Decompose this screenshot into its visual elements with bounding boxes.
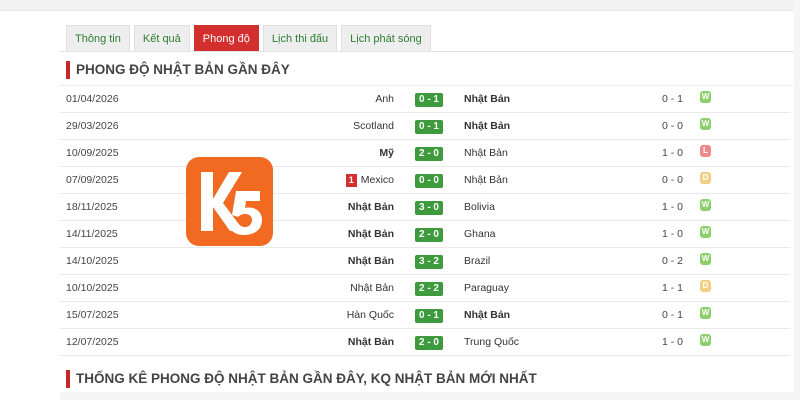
tab-bar: Thông tin Kết quả Phong độ Lịch thi đấu Lịch…	[66, 25, 431, 51]
result-badge: W	[700, 307, 711, 319]
home-team-name: Nhật Bản	[350, 282, 394, 294]
score-badge[interactable]: 0 - 0	[415, 174, 443, 188]
half-time-score: 1 - 0	[662, 336, 684, 348]
match-date: 10/10/2025	[66, 282, 119, 294]
half-time-score: 1 - 0	[662, 147, 684, 159]
bottom-strip	[60, 392, 800, 400]
top-band	[0, 0, 800, 10]
match-date: 10/09/2025	[66, 147, 119, 159]
half-time-score: 0 - 0	[662, 120, 684, 132]
match-row[interactable]: 15/07/2025 Hàn Quốc 0 - 1 Nhật Bản 0 - 1 W	[60, 302, 790, 329]
half-time-score: 0 - 0	[662, 174, 684, 186]
half-time-score: 0 - 1	[662, 93, 684, 105]
away-team[interactable]: Nhật Bản	[464, 113, 510, 139]
home-team[interactable]: Nhật Bản	[348, 221, 394, 247]
home-team-name: Mỹ	[379, 147, 394, 159]
match-date: 14/10/2025	[66, 255, 119, 267]
match-date: 18/11/2025	[66, 201, 118, 213]
match-row[interactable]: 29/03/2026 Scotland 0 - 1 Nhật Bản 0 - 0 W	[60, 113, 790, 140]
match-table: 01/04/2026 Anh 0 - 1 Nhật Bản 0 - 1 W 29/03/20…	[60, 86, 790, 356]
match-row[interactable]: 10/09/2025 Mỹ 2 - 0 Nhật Bản 1 - 0 L	[60, 140, 790, 167]
home-team[interactable]: Scotland	[353, 113, 394, 139]
result-badge: W	[700, 199, 711, 211]
scrollbar-track[interactable]	[794, 0, 800, 400]
match-row[interactable]: 01/04/2026 Anh 0 - 1 Nhật Bản 0 - 1 W	[60, 86, 790, 113]
result-badge: W	[700, 91, 711, 103]
home-team-name: Scotland	[353, 120, 394, 132]
away-team[interactable]: Brazil	[464, 248, 490, 274]
tab-ket-qua[interactable]: Kết quả	[133, 25, 190, 51]
result-badge: W	[700, 334, 711, 346]
tab-phong-do[interactable]: Phong độ	[193, 25, 259, 51]
away-team[interactable]: Nhật Bản	[464, 167, 508, 193]
home-team[interactable]: Nhật Bản	[348, 248, 394, 274]
score-badge[interactable]: 2 - 0	[415, 336, 443, 350]
score-badge[interactable]: 2 - 2	[415, 282, 443, 296]
section-title-form-stats: THỐNG KÊ PHONG ĐỘ NHẬT BẢN GẦN ĐÂY, KQ N…	[66, 370, 537, 388]
home-team[interactable]: 1 Mexico	[345, 167, 394, 193]
score-badge[interactable]: 2 - 0	[415, 147, 443, 161]
tab-thong-tin[interactable]: Thông tin	[66, 25, 130, 51]
away-team[interactable]: Trung Quốc	[464, 329, 519, 355]
away-team[interactable]: Nhật Bản	[464, 140, 508, 166]
score-badge[interactable]: 0 - 1	[415, 120, 443, 134]
match-row[interactable]: 14/10/2025 Nhật Bản 3 - 2 Brazil 0 - 2 W	[60, 248, 790, 275]
tab-lich-phat-song[interactable]: Lịch phát sóng	[341, 25, 431, 51]
top-divider	[0, 10, 800, 11]
score-badge[interactable]: 3 - 0	[415, 201, 443, 215]
result-badge: D	[700, 280, 711, 292]
match-row[interactable]: 07/09/2025 1 Mexico 0 - 0 Nhật Bản 0 - 0 D	[60, 167, 790, 194]
red-card-icon: 1	[345, 173, 357, 187]
match-row[interactable]: 12/07/2025 Nhật Bản 2 - 0 Trung Quốc 1 - 0 W	[60, 329, 790, 356]
match-row[interactable]: 14/11/2025 Nhật Bản 2 - 0 Ghana 1 - 0 W	[60, 221, 790, 248]
k5-logo-mark	[201, 172, 262, 235]
result-badge: D	[700, 172, 711, 184]
half-time-score: 0 - 1	[662, 309, 684, 321]
home-team-name: Anh	[375, 93, 394, 105]
away-team[interactable]: Nhật Bản	[464, 86, 510, 112]
tab-bar-divider	[60, 51, 800, 52]
away-team[interactable]: Bolivia	[464, 194, 495, 220]
home-team[interactable]: Nhật Bản	[350, 275, 394, 301]
result-badge: W	[700, 226, 711, 238]
match-date: 07/09/2025	[66, 174, 119, 186]
home-team-name: Nhật Bản	[347, 255, 394, 267]
match-date: 12/07/2025	[66, 336, 119, 348]
home-team-name: Hàn Quốc	[346, 309, 394, 321]
half-time-score: 1 - 1	[662, 282, 684, 294]
match-row[interactable]: 10/10/2025 Nhật Bản 2 - 2 Paraguay 1 - 1 D	[60, 275, 790, 302]
home-team[interactable]: Nhật Bản	[348, 329, 394, 355]
score-badge[interactable]: 3 - 2	[415, 255, 443, 269]
home-team-name: Mexico	[360, 174, 394, 186]
half-time-score: 1 - 0	[662, 201, 684, 213]
k5-logo	[186, 157, 273, 246]
result-badge: L	[700, 145, 711, 157]
match-date: 14/11/2025	[66, 228, 118, 240]
section-title-recent-form: PHONG ĐỘ NHẬT BẢN GẦN ĐÂY	[66, 61, 290, 79]
tab-lich-thi-dau[interactable]: Lịch thi đấu	[262, 25, 338, 51]
home-team[interactable]: Hàn Quốc	[347, 302, 394, 328]
away-team[interactable]: Paraguay	[464, 275, 509, 301]
match-row[interactable]: 18/11/2025 Nhật Bản 3 - 0 Bolivia 1 - 0 W	[60, 194, 790, 221]
score-badge[interactable]: 0 - 1	[415, 93, 443, 107]
home-team[interactable]: Anh	[375, 86, 394, 112]
score-badge[interactable]: 2 - 0	[415, 228, 443, 242]
home-team[interactable]: Nhật Bản	[348, 194, 394, 220]
match-date: 01/04/2026	[66, 93, 119, 105]
match-date: 15/07/2025	[66, 309, 119, 321]
away-team[interactable]: Ghana	[464, 221, 496, 247]
half-time-score: 1 - 0	[662, 228, 684, 240]
match-date: 29/03/2026	[66, 120, 119, 132]
away-team[interactable]: Nhật Bản	[464, 302, 510, 328]
home-team-name: Nhật Bản	[347, 228, 394, 240]
home-team-name: Nhật Bản	[347, 336, 394, 348]
home-team-name: Nhật Bản	[347, 201, 394, 213]
half-time-score: 0 - 2	[662, 255, 684, 267]
home-team[interactable]: Mỹ	[379, 140, 394, 166]
score-badge[interactable]: 0 - 1	[415, 309, 443, 323]
result-badge: W	[700, 118, 711, 130]
result-badge: W	[700, 253, 711, 265]
